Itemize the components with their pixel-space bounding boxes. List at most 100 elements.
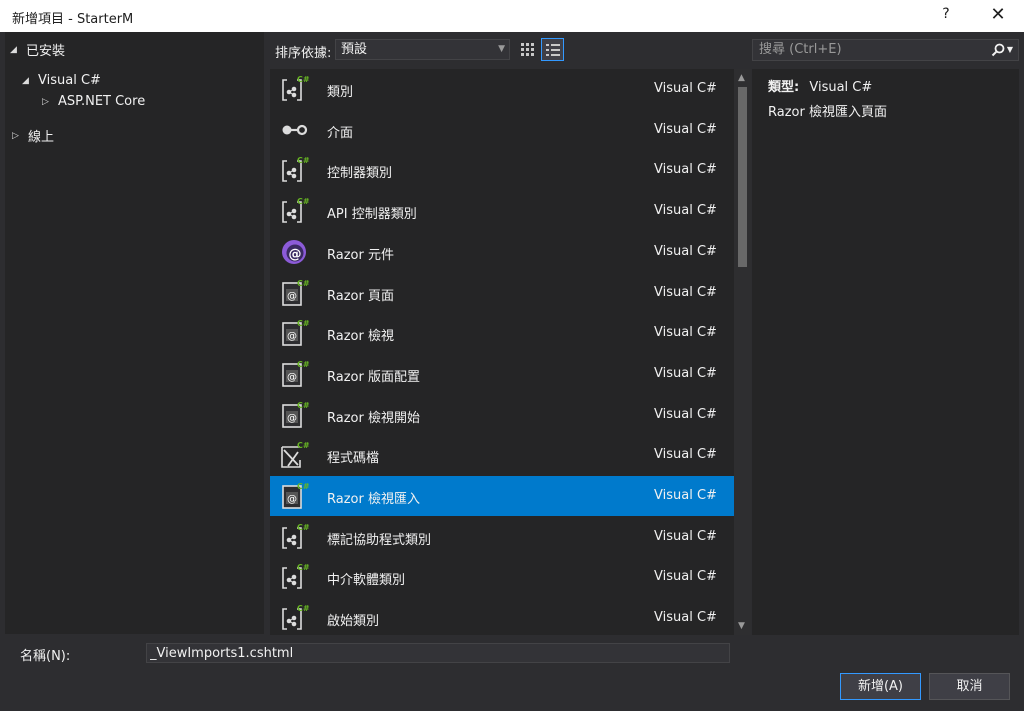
template-name: Razor 檢視開始 [327,410,420,426]
tree-item-aspnet-core[interactable]: ▷ ASP.NET Core [42,94,145,109]
template-name: Razor 元件 [327,247,394,263]
template-list-item[interactable]: @ Razor 元件 Visual C# [270,232,734,272]
svg-text:C#: C# [297,156,310,165]
template-name: Razor 頁面 [327,288,394,304]
list-scrollbar[interactable]: ▲ ▼ [734,69,751,635]
template-list-item[interactable]: @ C# Razor 版面配置 Visual C# [270,354,734,394]
scroll-up-icon[interactable]: ▲ [738,73,745,83]
template-language: Visual C# [654,447,717,463]
window-title: 新增項目 - StarterM [12,12,134,27]
search-icon [991,43,1005,57]
template-list-item[interactable]: C# 中介軟體類別 Visual C# [270,557,734,597]
svg-text:C#: C# [297,360,310,369]
search-button[interactable]: ▼ [988,41,1016,59]
details-type: 類型: Visual C# [768,76,872,95]
name-label: 名稱(N): [20,649,71,664]
search-placeholder: 搜尋 (Ctrl+E) [759,42,842,57]
svg-text:C#: C# [297,482,310,491]
help-button[interactable]: ? [934,6,958,26]
template-name: 類別 [327,85,354,100]
template-list-item[interactable]: @ C# Razor 檢視匯入 Visual C# [270,476,734,516]
template-language: Visual C# [654,284,717,300]
scroll-down-icon[interactable]: ▼ [738,621,745,631]
details-type-label: 類型: [768,80,800,95]
template-name: Razor 檢視匯入 [327,492,420,507]
template-list-item[interactable]: C# 程式碼檔 Visual C# [270,435,734,475]
expand-arrow-icon[interactable]: ▷ [12,131,22,141]
svg-text:@: @ [287,331,297,342]
svg-text:@: @ [287,494,297,505]
razor-component-icon: @ [278,237,310,267]
title-bar: 新增項目 - StarterM ? ✕ [0,0,1024,32]
tree-item-online[interactable]: ▷ 線上 [12,126,54,145]
svg-text:C#: C# [297,441,310,450]
template-name: 啟始類別 [327,614,380,630]
template-list-item[interactable]: @ C# Razor 頁面 Visual C# [270,273,734,313]
add-button[interactable]: 新增(A) [840,673,921,700]
collapse-arrow-icon[interactable]: ◢ [10,45,20,55]
chevron-down-icon: ▼ [1006,45,1014,54]
template-language: Visual C# [654,528,717,544]
class-icon: C# [278,196,310,226]
template-list: C# 類別 Visual C# 介面 Visual C# C# 控制器類別 Visua… [270,69,734,635]
svg-text:C#: C# [297,197,310,206]
sort-value: 預設 [341,42,368,57]
svg-text:@: @ [287,291,297,302]
list-view-icon [545,43,560,56]
svg-text:C#: C# [297,75,310,84]
tree-item-label: ASP.NET Core [58,94,146,109]
template-name: 程式碼檔 [327,451,380,467]
template-language: Visual C# [654,365,717,381]
razor-page-icon: @ C# [278,400,310,430]
template-list-item[interactable]: C# 類別 Visual C# [270,69,734,109]
tree-item-installed[interactable]: ◢ 已安裝 [10,40,65,59]
grid-view-button[interactable] [516,38,539,61]
template-list-item[interactable]: @ C# Razor 檢視開始 Visual C# [270,395,734,435]
svg-text:C#: C# [297,401,310,410]
template-language: Visual C# [654,488,717,503]
chevron-down-icon: ▼ [498,44,505,54]
class-icon: C# [278,74,310,104]
class-icon: C# [278,522,310,552]
template-name: 標記協助程式類別 [327,532,432,548]
template-language: Visual C# [654,203,717,219]
sort-label: 排序依據: [275,46,332,61]
template-list-item[interactable]: C# 啟始類別 Visual C# [270,598,734,635]
svg-text:C#: C# [297,279,310,288]
sort-dropdown[interactable]: 預設 ▼ [335,39,510,60]
template-language: Visual C# [654,243,717,259]
expand-arrow-icon[interactable]: ▷ [42,97,52,107]
template-list-item[interactable]: C# 標記協助程式類別 Visual C# [270,517,734,557]
search-input[interactable]: 搜尋 (Ctrl+E) ▼ [752,39,1019,61]
template-language: Visual C# [654,162,717,178]
svg-text:C#: C# [297,563,310,572]
template-list-item[interactable]: @ C# Razor 檢視 Visual C# [270,313,734,353]
template-language: Visual C# [654,569,717,585]
svg-text:C#: C# [297,604,310,613]
razor-page-icon: @ C# [278,318,310,348]
list-view-button[interactable] [541,38,564,61]
template-list-item[interactable]: C# API 控制器類別 Visual C# [270,191,734,231]
cancel-button[interactable]: 取消 [929,673,1010,700]
interface-icon [278,115,310,145]
template-name: 介面 [327,125,354,141]
tree-item-visual-csharp[interactable]: ◢ Visual C# [22,73,101,88]
class-icon: C# [278,155,310,185]
template-name: API 控制器類別 [327,207,417,223]
name-field[interactable] [146,643,730,663]
class-icon: C# [278,562,310,592]
svg-text:@: @ [289,247,302,262]
details-description: Razor 檢視匯入頁面 [768,105,887,120]
svg-text:C#: C# [297,319,310,328]
details-panel [752,69,1019,635]
template-list-item[interactable]: 介面 Visual C# [270,110,734,150]
template-language: Visual C# [654,81,717,96]
close-button[interactable]: ✕ [986,4,1010,28]
razor-page-icon: @ C# [278,359,310,389]
tree-item-label: 已安裝 [26,44,66,59]
template-list-item[interactable]: C# 控制器類別 Visual C# [270,150,734,190]
template-language: Visual C# [654,121,717,137]
collapse-arrow-icon[interactable]: ◢ [22,76,32,86]
scroll-thumb[interactable] [738,87,747,267]
template-language: Visual C# [654,610,717,626]
